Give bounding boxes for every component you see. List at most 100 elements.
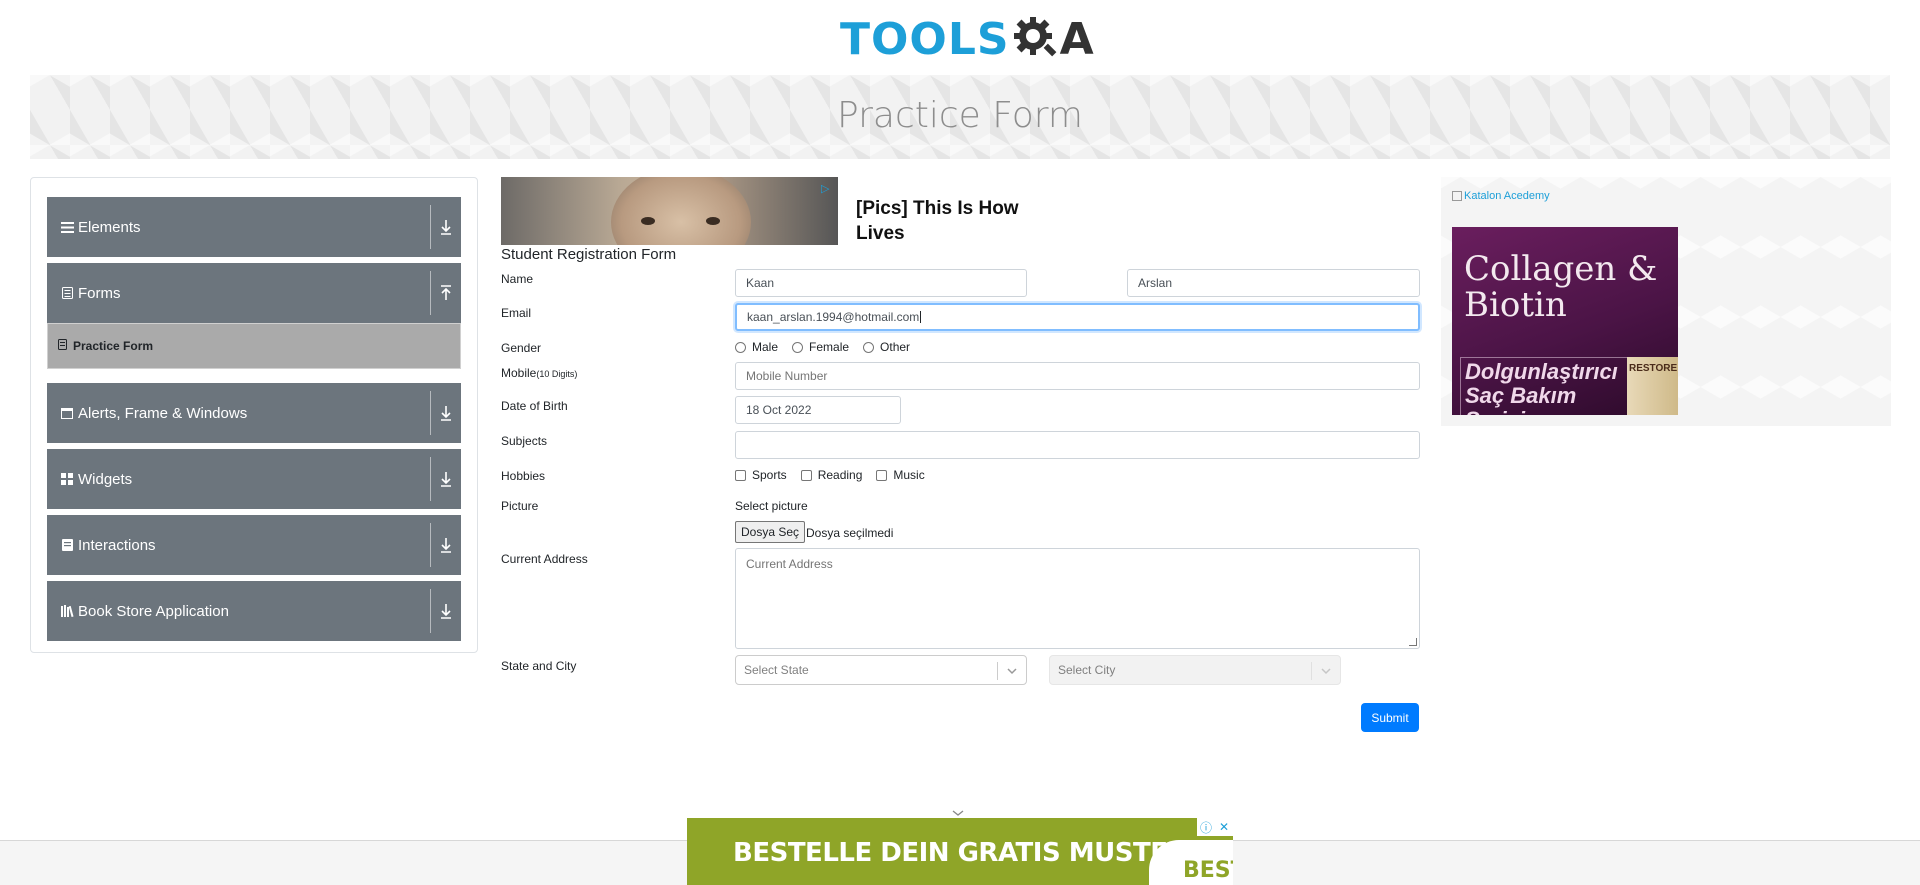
expand-icon[interactable]: [437, 533, 455, 557]
radio-label: Female: [809, 340, 850, 354]
text-cursor: [920, 311, 922, 323]
close-icon[interactable]: ✕: [1215, 818, 1233, 836]
radio-circle[interactable]: [792, 341, 804, 353]
radio-label: Male: [752, 340, 779, 354]
chevron-down-icon[interactable]: [951, 805, 965, 816]
sidebar-group-interactions[interactable]: Interactions: [47, 515, 461, 575]
last-name-input[interactable]: Arslan: [1127, 269, 1420, 297]
sidebar-group-label: Elements: [78, 218, 141, 236]
top-advertisement[interactable]: ▷ [Pics] This Is How Lives: [501, 177, 1047, 245]
form-title: Student Registration Form: [501, 246, 677, 263]
checkbox-box[interactable]: [735, 469, 746, 481]
radio-label: Other: [880, 340, 911, 354]
checkbox-label: Reading: [817, 468, 863, 482]
first-name-input[interactable]: Kaan: [735, 269, 1027, 297]
picture-label: Picture: [501, 499, 539, 513]
collagen-ad-image[interactable]: Collagen & Biotin Dolgunlaştırıcı Saç Ba…: [1452, 227, 1678, 415]
checkbox-box[interactable]: [876, 469, 888, 481]
interactions-icon: [60, 538, 74, 552]
state-placeholder: Select State: [744, 663, 809, 677]
chevron-down-icon[interactable]: [1006, 665, 1018, 677]
bottle-label: RESTORE: [1629, 363, 1678, 374]
sidebar-item-practice-form[interactable]: Practice Form: [47, 323, 461, 369]
form-icon: [58, 337, 67, 355]
collapse-icon[interactable]: [437, 281, 455, 305]
ad-headline: [Pics] This Is How Lives: [856, 198, 1019, 244]
radio-circle[interactable]: [863, 341, 875, 353]
chevron-down-icon[interactable]: [1320, 665, 1332, 677]
current-address-textarea[interactable]: Current Address: [735, 548, 1420, 649]
hobby-sports-checkbox[interactable]: Sports: [735, 468, 787, 482]
mobile-input[interactable]: Mobile Number: [735, 362, 1420, 390]
books-icon: [60, 604, 74, 618]
sidebar-group-elements[interactable]: Elements: [47, 197, 461, 257]
page-title: Practice Form: [837, 95, 1083, 136]
broken-image-icon: [1452, 191, 1462, 201]
expand-icon[interactable]: [437, 215, 455, 239]
sidebar-group-label: Interactions: [78, 536, 156, 554]
sidebar-group-label: Book Store Application: [78, 602, 229, 620]
katalon-link-text: Katalon Acedemy: [1464, 190, 1550, 202]
email-value: kaan_arslan.1994@hotmail.com: [747, 310, 920, 324]
widgets-icon: [60, 472, 74, 486]
name-label: Name: [501, 272, 534, 286]
sidebar-group-forms[interactable]: Forms: [47, 263, 461, 323]
ad-title: Collagen & Biotin: [1464, 249, 1658, 325]
resize-handle[interactable]: [1409, 638, 1417, 646]
info-icon[interactable]: ⓘ: [1197, 818, 1215, 836]
ad-eye: [706, 217, 720, 225]
subjects-label: Subjects: [501, 434, 548, 448]
sidebar-group-book-store[interactable]: Book Store Application: [47, 581, 461, 641]
logo-text: TOOLS: [840, 14, 1010, 65]
toolsqa-logo[interactable]: TOOLS A: [840, 12, 1094, 68]
checkbox-box[interactable]: [800, 469, 812, 481]
gender-male-radio[interactable]: Male: [735, 340, 778, 354]
expand-icon[interactable]: [437, 401, 455, 425]
sidebar-group-alerts[interactable]: Alerts, Frame & Windows: [47, 383, 461, 443]
hobby-music-checkbox[interactable]: Music: [876, 468, 925, 482]
gender-female-radio[interactable]: Female: [792, 340, 849, 354]
divider: [430, 589, 431, 633]
expand-icon[interactable]: [437, 599, 455, 623]
mobile-label-text: Mobile: [501, 366, 537, 380]
product-bottle: RESTORE: [1627, 357, 1678, 415]
email-label: Email: [501, 306, 532, 320]
checkbox-label: Music: [893, 468, 925, 482]
select-separator: [997, 662, 998, 680]
hobbies-label: Hobbies: [501, 469, 546, 483]
hobby-reading-checkbox[interactable]: Reading: [800, 468, 863, 482]
divider: [430, 523, 431, 567]
ad-choices-icon[interactable]: ▷: [821, 182, 829, 195]
ad-controls: ⓘ ✕: [1197, 818, 1233, 836]
divider: [430, 205, 431, 249]
mobile-hint: (10 Digits): [536, 369, 578, 379]
divider: [430, 391, 431, 435]
current-address-label: Current Address: [501, 552, 588, 566]
hobbies-options: Sports Reading Music: [735, 468, 939, 482]
email-input[interactable]: kaan_arslan.1994@hotmail.com: [735, 303, 1420, 331]
select-separator: [1311, 662, 1312, 680]
katalon-link[interactable]: Katalon Acedemy: [1452, 190, 1550, 202]
radio-circle[interactable]: [735, 341, 746, 353]
expand-icon[interactable]: [437, 467, 455, 491]
date-of-birth-input[interactable]: 18 Oct 2022: [735, 396, 901, 424]
divider: [430, 457, 431, 501]
state-select[interactable]: Select State: [735, 655, 1027, 685]
choose-file-button[interactable]: Dosya Seç: [735, 521, 806, 543]
submit-button[interactable]: Submit: [1361, 703, 1419, 732]
sidebar: Elements Forms Practice Form Alerts, Fra…: [30, 177, 478, 653]
city-select[interactable]: Select City: [1049, 655, 1341, 685]
bottom-advertisement[interactable]: BESTELLE DEIN GRATIS MUSTER BEST ⓘ ✕: [687, 818, 1233, 885]
file-status-text: Dosya seçilmedi: [806, 526, 894, 540]
gender-label: Gender: [501, 341, 542, 355]
gender-other-radio[interactable]: Other: [863, 340, 910, 354]
logo-a-letter: A: [1059, 14, 1094, 65]
ad-face: [611, 177, 751, 245]
mobile-label: Mobile(10 Digits): [501, 366, 577, 380]
sidebar-group-widgets[interactable]: Widgets: [47, 449, 461, 509]
subjects-input[interactable]: [735, 431, 1420, 459]
divider: [430, 271, 431, 315]
menu-icon: [60, 220, 74, 234]
sidebar-item-label: Practice Form: [73, 339, 154, 353]
window-icon: [60, 406, 74, 420]
